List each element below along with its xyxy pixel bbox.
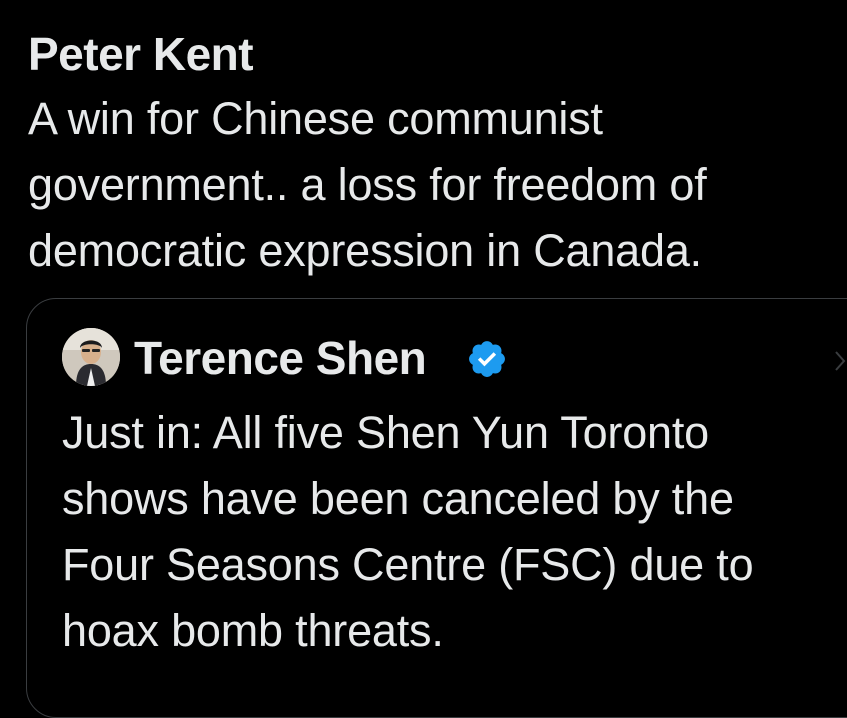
- tweet-text: A win for Chinese communist government..…: [28, 93, 707, 276]
- quoted-author-handle[interactable]: [590, 342, 650, 354]
- verified-badge-icon: [469, 341, 505, 377]
- quoted-author-name[interactable]: Terence Shen: [134, 330, 427, 386]
- author-name[interactable]: Peter Kent: [28, 26, 254, 82]
- avatar[interactable]: [62, 328, 120, 386]
- quoted-tweet-text: Just in: All five Shen Yun Toronto shows…: [62, 407, 754, 656]
- chevron-right-icon[interactable]: [832, 346, 847, 376]
- author-handle[interactable]: [290, 44, 660, 58]
- avatar-image: [62, 328, 120, 386]
- tweet[interactable]: Peter Kent A win for Chinese communist g…: [0, 0, 847, 718]
